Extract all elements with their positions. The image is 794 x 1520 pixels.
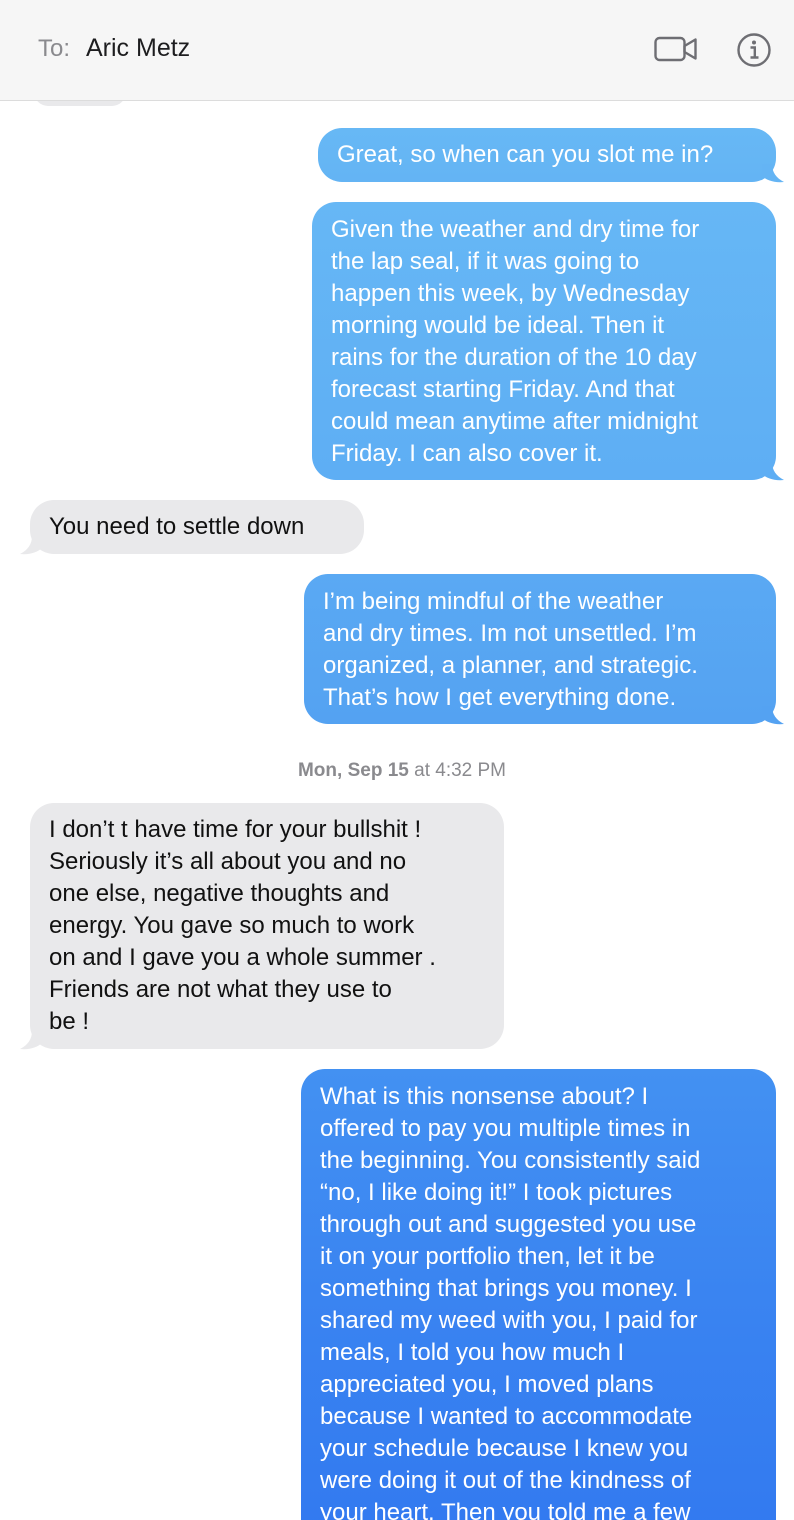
sent-message-bubble[interactable]: Given the weather and dry time for the l… <box>312 202 776 480</box>
timestamp-day: Mon, Sep 15 <box>297 760 409 781</box>
sent-message-bubble[interactable]: I’m being mindful of the weather and dry… <box>304 574 776 724</box>
received-message-bubble[interactable]: I don’t t have time for your bullshit ! … <box>30 803 504 1049</box>
sent-message-bubble[interactable]: What is this nonsense about? I offered t… <box>301 1069 776 1520</box>
received-bubble-tail <box>20 1031 42 1050</box>
sent-message-bubble[interactable]: Great, so when can you slot me in? <box>318 128 776 182</box>
video-camera-icon[interactable] <box>654 34 698 64</box>
received-message-bubble[interactable]: You need to settle down <box>30 500 364 554</box>
recipient-name[interactable]: Aric Metz <box>86 34 190 63</box>
timestamp-time: at 4:32 PM <box>408 760 507 781</box>
message-timestamp: Mon, Sep 15 at 4:32 PM <box>0 760 794 782</box>
sent-bubble-tail <box>762 462 784 481</box>
messages-window: To: Aric Metz Great, so when can you slo… <box>0 0 794 1520</box>
info-icon[interactable] <box>736 32 772 68</box>
conversation-header: To: Aric Metz <box>0 0 794 101</box>
sent-bubble-tail <box>762 164 784 183</box>
received-bubble-tail <box>20 536 42 555</box>
to-label: To: <box>38 35 71 62</box>
sent-bubble-tail <box>762 706 784 725</box>
